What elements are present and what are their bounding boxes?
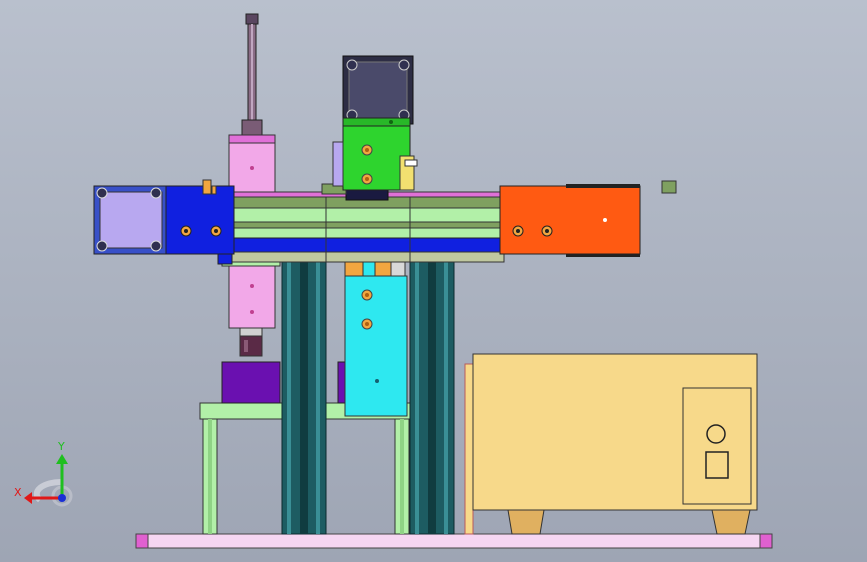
x-axis-label: X [14, 486, 22, 499]
y-axis-arrowhead [56, 454, 68, 464]
cyan-carriage [344, 261, 408, 417]
y-axis-label: Y [58, 440, 65, 453]
control-cabinet [464, 353, 758, 535]
x-axis-arrowhead [24, 492, 32, 504]
top-stepper-motor [342, 55, 414, 125]
assembly-front-view [24, 13, 773, 549]
left-stepper-motor [93, 185, 169, 255]
coordinate-triad [24, 454, 73, 507]
z-axis-marker [58, 494, 66, 502]
base-plate [135, 533, 773, 549]
green-motor-bracket [332, 117, 418, 191]
blue-motor-mount [165, 179, 235, 265]
air-cylinder-rod [241, 13, 263, 137]
purple-block-left [221, 361, 281, 404]
cad-viewport[interactable]: Y X [0, 0, 867, 562]
cabinet-feet [507, 509, 751, 535]
orange-end-block [499, 180, 677, 257]
horizontal-linear-rail [231, 195, 505, 263]
